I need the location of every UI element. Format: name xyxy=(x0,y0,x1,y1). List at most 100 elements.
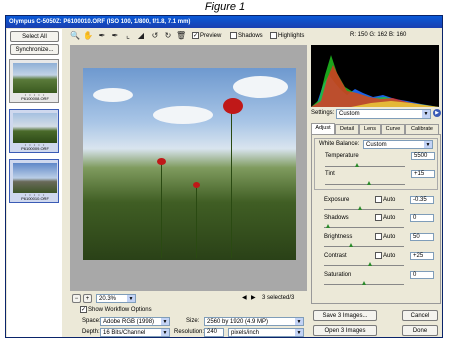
tab-calibrate[interactable]: Calibrate xyxy=(405,124,439,134)
zoom-icon[interactable]: 🔍 xyxy=(70,31,80,41)
hand-icon[interactable]: ✋ xyxy=(83,31,93,41)
brightness-auto-checkbox[interactable]: Auto xyxy=(375,233,395,240)
temperature-slider[interactable] xyxy=(325,163,405,167)
tab-lens[interactable]: Lens xyxy=(359,124,381,134)
done-button[interactable]: Done xyxy=(402,325,438,336)
brightness-label: Brightness xyxy=(324,234,353,240)
selection-status: 3 selected/3 xyxy=(262,295,295,301)
resolution-field[interactable]: 240 xyxy=(204,328,224,337)
auto-label: Auto xyxy=(383,196,396,203)
shadows-field[interactable]: 0 xyxy=(410,214,434,222)
auto-label: Auto xyxy=(383,252,396,259)
thumbnail-label: P6100008.ORF xyxy=(21,96,49,101)
resolution-unit-value: pixels/inch xyxy=(231,330,260,336)
poppy-flower xyxy=(157,158,166,165)
chevron-down-icon: ▼ xyxy=(295,318,303,325)
flower-stem xyxy=(231,108,232,258)
eyedropper-icon[interactable]: ✒ xyxy=(97,31,107,41)
settings-row: Settings: Custom ▼ ▶ xyxy=(311,109,441,119)
cloud xyxy=(93,88,133,102)
settings-value: Custom xyxy=(339,111,360,117)
poppy-flower xyxy=(223,98,243,114)
checkbox-checked-icon: ✓ xyxy=(80,306,87,313)
size-value: 2560 by 1920 (4.9 MP) xyxy=(207,319,269,325)
settings-label: Settings: xyxy=(311,110,335,116)
show-workflow-checkbox[interactable]: ✓ Show Workflow Options xyxy=(80,306,152,313)
crop-icon[interactable]: ⌞ xyxy=(123,31,133,41)
slider-knob-icon[interactable] xyxy=(368,262,373,266)
slider-knob-icon[interactable] xyxy=(366,181,371,185)
chevron-down-icon: ▼ xyxy=(295,329,303,336)
settings-menu-icon[interactable]: ▶ xyxy=(433,109,441,117)
size-select[interactable]: 2560 by 1920 (4.9 MP) ▼ xyxy=(204,317,304,326)
thumbnail[interactable]: • • • • • P6100009.ORF xyxy=(9,109,59,153)
zoom-level: 20.3% xyxy=(99,296,117,302)
auto-label: Auto xyxy=(383,233,396,240)
preview-image xyxy=(83,68,296,260)
zoom-select[interactable]: 20.3% ▼ xyxy=(96,294,136,303)
contrast-auto-checkbox[interactable]: Auto xyxy=(375,252,395,259)
open-images-button[interactable]: Open 3 Images xyxy=(313,325,377,336)
thumbnail[interactable]: • • • • • P6100010.ORF xyxy=(9,159,59,203)
saturation-slider[interactable] xyxy=(324,281,404,285)
thumbnail[interactable]: • • • • • P6100008.ORF xyxy=(9,59,59,103)
shadows-auto-checkbox[interactable]: Auto xyxy=(375,214,395,221)
size-label: Size: xyxy=(186,318,200,324)
show-workflow-label: Show Workflow Options xyxy=(88,306,152,313)
rotate-ccw-icon[interactable]: ↺ xyxy=(150,31,160,41)
auto-label: Auto xyxy=(383,214,396,221)
cancel-button[interactable]: Cancel xyxy=(402,310,438,321)
zoom-in-button[interactable]: + xyxy=(83,294,92,303)
tab-adjust[interactable]: Adjust xyxy=(311,123,335,134)
depth-select[interactable]: 16 Bits/Channel ▼ xyxy=(100,328,170,337)
histogram-graph xyxy=(311,55,439,107)
space-select[interactable]: Adobe RGB (1998) ▼ xyxy=(100,317,170,326)
highlights-checkbox[interactable]: Highlights xyxy=(270,32,304,39)
temperature-field[interactable]: 5500 xyxy=(411,152,435,160)
checkbox-icon xyxy=(375,233,382,240)
exposure-slider[interactable] xyxy=(324,206,404,210)
shadows-label: Shadows xyxy=(238,32,263,39)
tint-slider[interactable] xyxy=(325,181,405,185)
color-sampler-icon[interactable]: ✒ xyxy=(110,31,120,41)
shadows-checkbox[interactable]: Shadows xyxy=(230,32,263,39)
contrast-field[interactable]: +25 xyxy=(410,252,434,260)
previous-image-icon[interactable]: ◀ xyxy=(242,294,247,301)
straighten-icon[interactable]: ◢ xyxy=(136,31,146,41)
save-images-button[interactable]: Save 3 Images... xyxy=(313,310,377,321)
next-image-icon[interactable]: ▶ xyxy=(251,294,256,301)
resolution-unit-select[interactable]: pixels/inch ▼ xyxy=(228,328,304,337)
tint-field[interactable]: +15 xyxy=(411,170,435,178)
slider-knob-icon[interactable] xyxy=(358,206,363,210)
camera-raw-window: Olympus C-5050Z: P6100010.ORF (ISO 100, … xyxy=(5,15,443,338)
preview-label: Preview xyxy=(200,32,222,39)
zoom-out-button[interactable]: − xyxy=(72,294,81,303)
brightness-slider[interactable] xyxy=(324,243,404,247)
thumbnail-image xyxy=(13,63,57,93)
exposure-field[interactable]: -0.35 xyxy=(410,196,434,204)
slider-knob-icon[interactable] xyxy=(362,281,366,285)
brightness-field[interactable]: 50 xyxy=(410,233,434,241)
figure-caption: Figure 1 xyxy=(204,1,246,13)
synchronize-button[interactable]: Synchronize... xyxy=(10,44,59,55)
slider-knob-icon[interactable] xyxy=(349,243,354,247)
tab-curve[interactable]: Curve xyxy=(381,124,405,134)
thumbnail-label: P6100009.ORF xyxy=(21,146,49,151)
chevron-down-icon: ▼ xyxy=(424,141,432,148)
preview-checkbox[interactable]: ✓ Preview xyxy=(192,32,221,39)
tab-detail[interactable]: Detail xyxy=(335,124,359,134)
image-canvas[interactable] xyxy=(70,45,307,291)
select-all-button[interactable]: Select All xyxy=(10,31,59,42)
trash-icon[interactable]: 🗑 xyxy=(176,31,186,41)
white-balance-select[interactable]: Custom ▼ xyxy=(363,140,433,149)
contrast-slider[interactable] xyxy=(324,262,404,266)
depth-label: Depth: xyxy=(82,329,100,335)
slider-knob-icon[interactable] xyxy=(355,163,360,167)
space-label: Space: xyxy=(82,318,101,324)
exposure-auto-checkbox[interactable]: Auto xyxy=(375,196,395,203)
settings-select[interactable]: Custom ▼ xyxy=(336,109,431,119)
saturation-field[interactable]: 0 xyxy=(410,271,434,279)
rotate-cw-icon[interactable]: ↻ xyxy=(163,31,173,41)
shadows-slider[interactable] xyxy=(324,224,404,228)
slider-knob-icon[interactable] xyxy=(325,224,330,228)
